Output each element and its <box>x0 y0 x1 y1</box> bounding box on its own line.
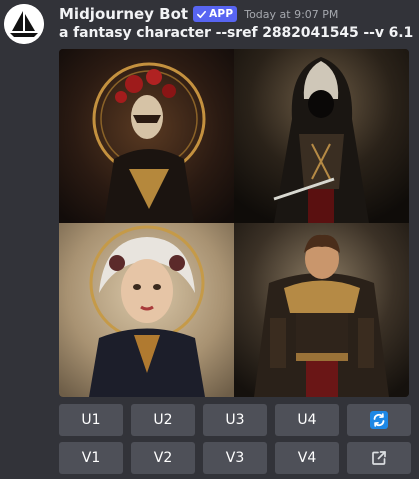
checkmark-icon <box>197 10 207 18</box>
upscale-3-button[interactable]: U3 <box>203 404 267 436</box>
prompt-text: a fantasy character --sref 2882041545 --… <box>59 25 414 41</box>
grid-image-4[interactable] <box>234 223 409 397</box>
author-name[interactable]: Midjourney Bot <box>59 5 188 23</box>
variation-1-button[interactable]: V1 <box>59 442 123 474</box>
variation-3-label: V3 <box>225 450 245 466</box>
variation-2-button[interactable]: V2 <box>131 442 195 474</box>
bot-avatar[interactable] <box>4 4 44 44</box>
upscale-2-button[interactable]: U2 <box>131 404 195 436</box>
open-external-icon <box>372 451 386 465</box>
variation-3-button[interactable]: V3 <box>203 442 267 474</box>
variation-2-label: V2 <box>153 450 173 466</box>
bot-message: Midjourney Bot APP Today at 9:07 PM a fa… <box>0 0 419 479</box>
app-badge-label: APP <box>209 8 234 20</box>
grid-image-1[interactable] <box>59 49 234 223</box>
grid-image-4-artwork <box>234 223 409 397</box>
variation-1-label: V1 <box>81 450 101 466</box>
variation-4-button[interactable]: V4 <box>275 442 339 474</box>
open-external-button[interactable] <box>347 442 411 474</box>
grid-image-3-artwork <box>59 223 234 397</box>
message-timestamp: Today at 9:07 PM <box>244 7 339 21</box>
grid-image-1-artwork <box>59 49 234 223</box>
reroll-icon <box>370 411 388 429</box>
variation-4-label: V4 <box>297 450 317 466</box>
grid-image-2-artwork <box>234 49 409 223</box>
upscale-1-label: U1 <box>81 412 101 428</box>
image-grid[interactable] <box>59 49 409 397</box>
grid-image-2[interactable] <box>234 49 409 223</box>
upscale-3-label: U3 <box>225 412 245 428</box>
upscale-1-button[interactable]: U1 <box>59 404 123 436</box>
upscale-2-label: U2 <box>153 412 173 428</box>
upscale-4-label: U4 <box>297 412 317 428</box>
midjourney-boat-icon <box>4 4 44 44</box>
upscale-4-button[interactable]: U4 <box>275 404 339 436</box>
grid-image-3[interactable] <box>59 223 234 397</box>
reroll-button[interactable] <box>347 404 411 436</box>
message-header: Midjourney Bot APP Today at 9:07 PM <box>59 4 338 24</box>
app-badge: APP <box>193 6 238 22</box>
